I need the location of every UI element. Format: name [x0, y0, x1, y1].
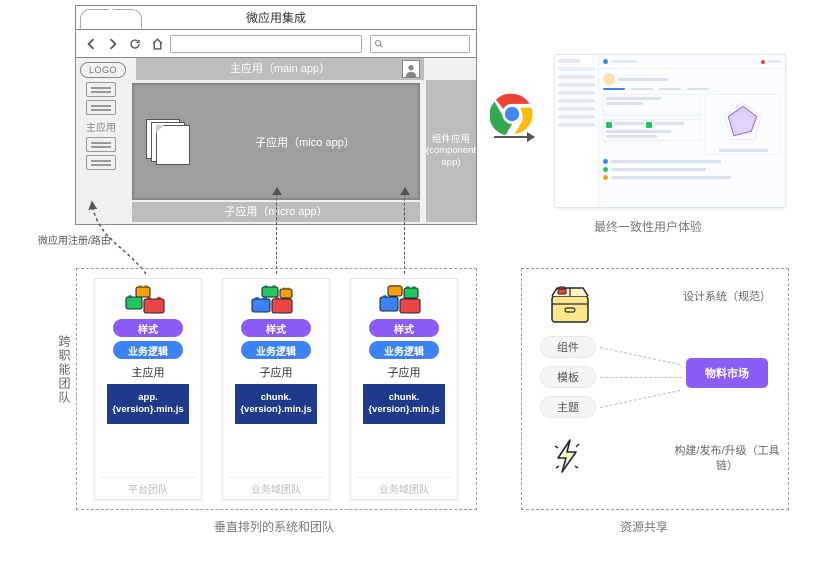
style-pill: 样式 [369, 319, 439, 337]
result-preview [554, 54, 786, 208]
refresh-icon[interactable] [126, 35, 144, 53]
main-app-label: 主应用（main app） [136, 58, 424, 80]
arrow-col2-up [276, 188, 277, 274]
tab-curve-icon [80, 8, 142, 30]
lightning-icon [552, 438, 582, 474]
browser-title: 微应用集成 [246, 11, 306, 25]
style-pill: 样式 [113, 319, 183, 337]
team-column: 样式 业务逻辑 子应用 chunk.{version}.min.js 业务域团队 [222, 278, 330, 500]
sidebar-item[interactable] [86, 100, 116, 115]
search-icon [374, 39, 384, 49]
team-name: 业务域团队 [229, 477, 323, 497]
sidebar-item[interactable] [86, 137, 116, 152]
preview-sidebar [555, 55, 599, 207]
ds-pill-template: 模板 [540, 366, 596, 388]
app-name-label: 子应用 [388, 364, 421, 380]
browser-title-bar: 微应用集成 [76, 6, 476, 30]
avatar-icon[interactable] [402, 60, 420, 78]
logic-pill: 业务逻辑 [241, 341, 311, 359]
back-icon[interactable] [82, 35, 100, 53]
logo-badge: LOGO [80, 62, 126, 78]
style-pill: 样式 [241, 319, 311, 337]
component-box-icon [548, 284, 592, 324]
mico-app-label: 子应用（mico app） [204, 134, 406, 150]
app-name-label: 子应用 [260, 364, 293, 380]
material-market-button[interactable]: 物料市场 [686, 358, 768, 388]
team-column: 样式 业务逻辑 主应用 app.{version}.min.js 平台团队 [94, 278, 202, 500]
sidebar-item[interactable] [86, 155, 116, 170]
cross-functional-label: 跨职能团队 [56, 335, 73, 405]
result-caption: 最终一致性用户体验 [594, 218, 702, 235]
logic-pill: 业务逻辑 [113, 341, 183, 359]
bundle-box: chunk.{version}.min.js [235, 384, 317, 424]
sidebar: 主应用 [80, 82, 122, 170]
preview-body [599, 69, 785, 207]
component-app-label: 组件应用 (component app) [426, 80, 476, 222]
arrow-col3-up [404, 188, 405, 274]
search-input[interactable] [370, 35, 470, 53]
preview-header [599, 55, 785, 69]
bundle-box: app.{version}.min.js [107, 384, 189, 424]
team-name: 平台团队 [101, 477, 195, 497]
chrome-icon [490, 92, 534, 136]
bricks-icon [250, 285, 302, 315]
logic-pill: 业务逻辑 [369, 341, 439, 359]
bricks-icon [122, 285, 174, 315]
bricks-icon [378, 285, 430, 315]
mico-app-block: 子应用（mico app） [132, 83, 420, 200]
documents-stack-icon [146, 119, 192, 165]
ds-pill-theme: 主题 [540, 396, 596, 418]
toolchain-label: 构建/发布/升级（工具链） [672, 444, 782, 475]
browser-toolbar [76, 30, 476, 58]
team-name: 业务域团队 [357, 477, 451, 497]
register-route-label: 微应用注册/路由 [38, 232, 111, 247]
bundle-box: chunk.{version}.min.js [363, 384, 445, 424]
team-column: 样式 业务逻辑 子应用 chunk.{version}.min.js 业务域团队 [350, 278, 458, 500]
arrow-right-icon [494, 136, 534, 138]
design-system-label: 设计系统（规范） [672, 290, 782, 305]
home-icon[interactable] [148, 35, 166, 53]
forward-icon[interactable] [104, 35, 122, 53]
sidebar-item[interactable] [86, 82, 116, 97]
sidebar-label: 主应用 [86, 119, 116, 134]
teams-caption: 垂直排列的系统和团队 [214, 518, 334, 535]
dotted-line [600, 377, 682, 378]
app-name-label: 主应用 [132, 364, 165, 380]
ds-pill-component: 组件 [540, 336, 596, 358]
url-input[interactable] [170, 35, 362, 53]
resources-caption: 资源共享 [620, 518, 668, 535]
